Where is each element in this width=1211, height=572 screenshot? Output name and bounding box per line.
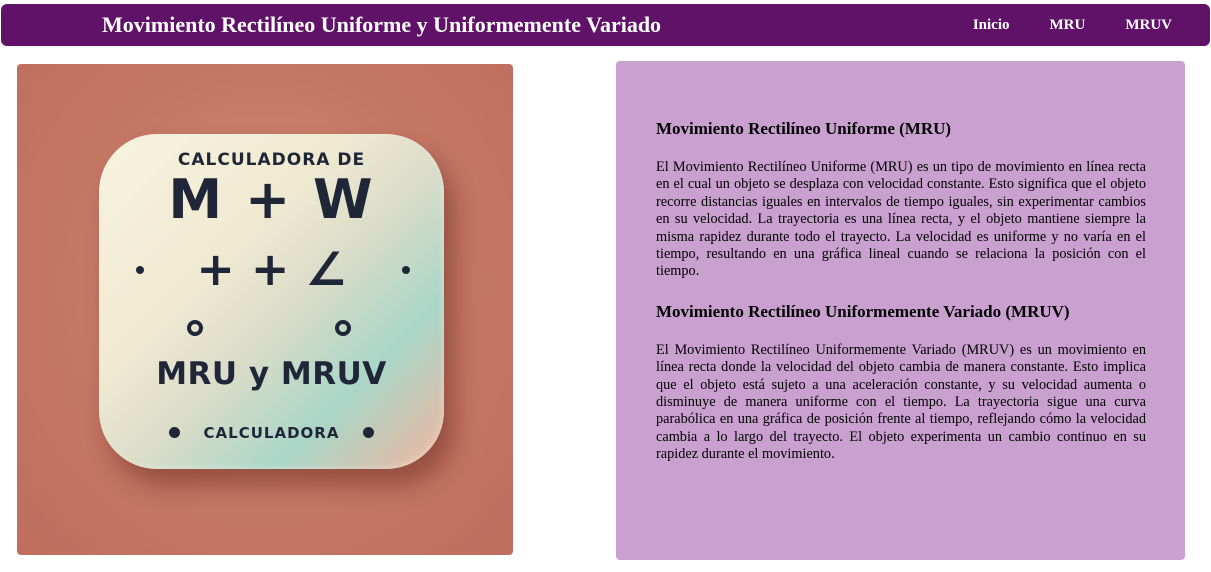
top-navbar: Movimiento Rectilíneo Uniforme y Uniform… — [1, 4, 1210, 46]
decor-dot-left — [136, 266, 144, 274]
image-text-bottom: CALCULADORA — [203, 424, 340, 442]
decor-dot-bottom-left — [169, 427, 180, 438]
calculator-app-icon: CALCULADORA DE M + W + + ∠ MRU y MRUV CA… — [99, 134, 444, 469]
decor-ring-left — [187, 320, 203, 336]
info-panel: Movimiento Rectilíneo Uniforme (MRU) El … — [616, 61, 1185, 560]
nav-links: Inicio MRU MRUV — [933, 17, 1172, 34]
mru-description: El Movimiento Rectilíneo Uniforme (MRU) … — [656, 159, 1146, 280]
decor-dot-right — [402, 266, 410, 274]
nav-link-mruv[interactable]: MRUV — [1125, 17, 1172, 34]
nav-link-mru[interactable]: MRU — [1050, 17, 1086, 34]
image-text-operators: + + ∠ — [196, 242, 347, 296]
site-title: Movimiento Rectilíneo Uniforme y Uniform… — [102, 12, 662, 37]
image-text-main: MRU y MRUV — [156, 356, 387, 392]
mruv-description: El Movimiento Rectilíneo Uniformemente V… — [656, 341, 1146, 463]
hero-image: CALCULADORA DE M + W + + ∠ MRU y MRUV CA… — [17, 64, 513, 555]
mruv-heading: Movimiento Rectilíneo Uniformemente Vari… — [656, 301, 1070, 321]
decor-dot-bottom-right — [363, 427, 374, 438]
nav-link-inicio[interactable]: Inicio — [973, 17, 1010, 34]
image-text-top: CALCULADORA DE — [177, 150, 366, 170]
mru-heading: Movimiento Rectilíneo Uniforme (MRU) — [656, 119, 952, 138]
image-text-formula: M + W — [168, 168, 375, 231]
decor-ring-right — [335, 320, 351, 336]
